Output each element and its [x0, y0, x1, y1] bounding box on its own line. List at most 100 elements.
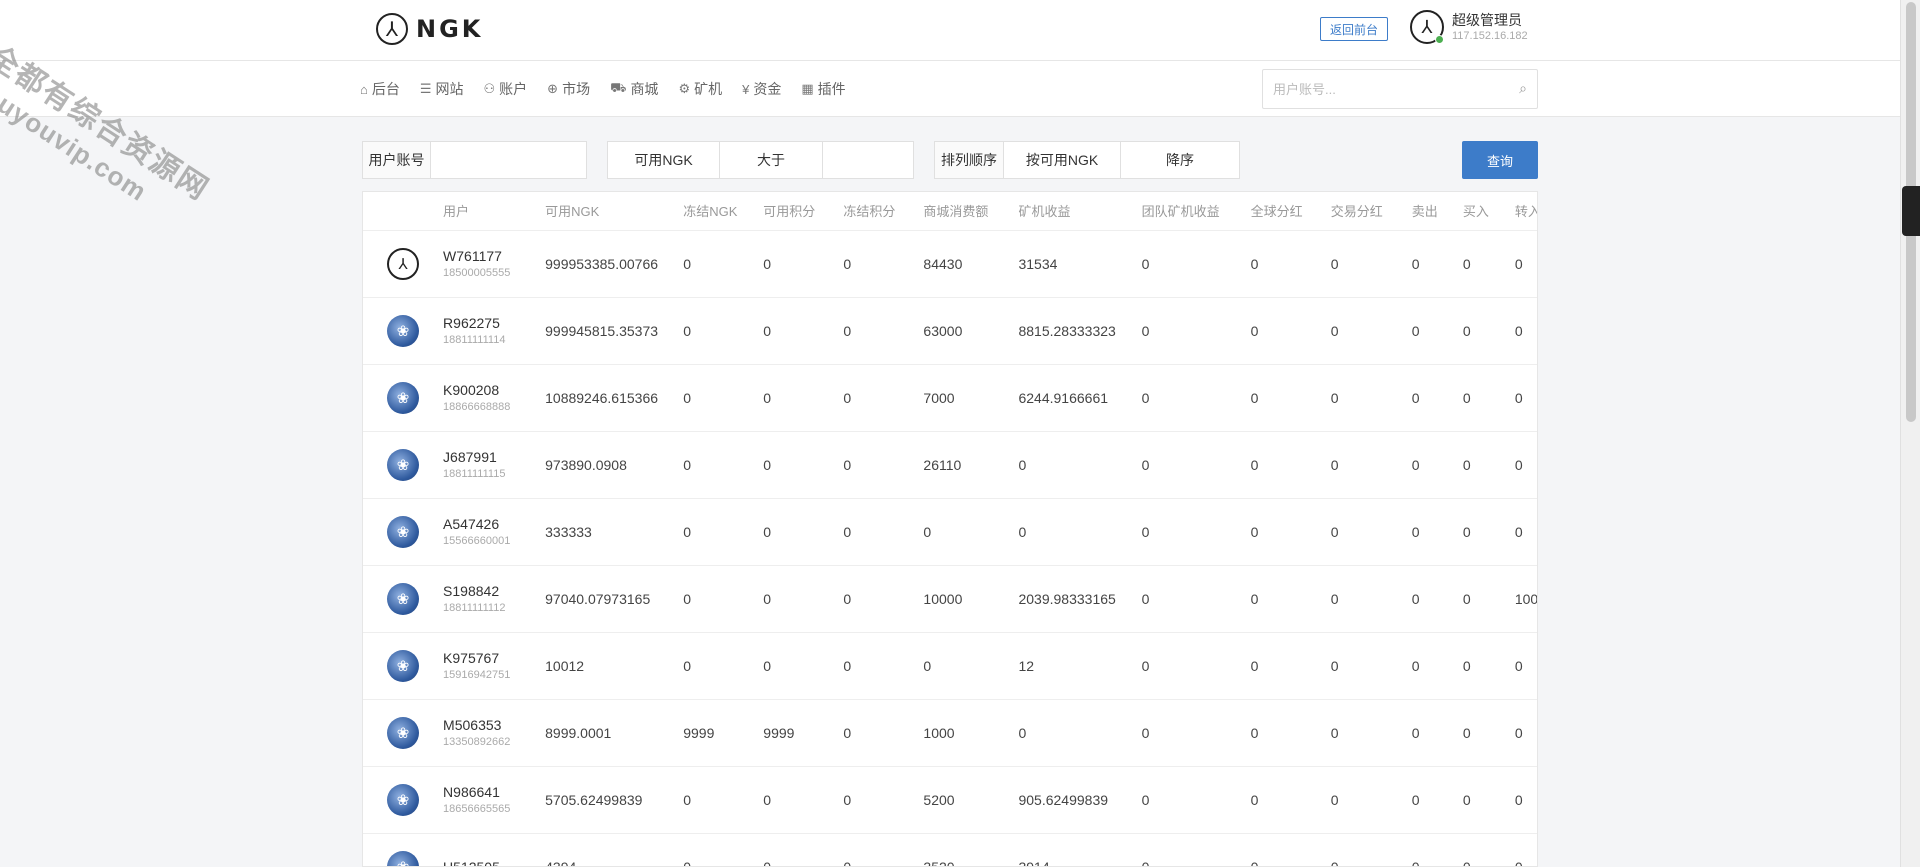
table-cell: 0: [675, 297, 756, 365]
table-row[interactable]: ❀ K900208 18866668888 10889246.615366 0 0 0 700…: [363, 364, 1537, 432]
table-cell: 5705.62499839: [537, 766, 676, 834]
sort-order-select[interactable]: 降序: [1120, 141, 1240, 179]
table-cell: 0: [1454, 498, 1507, 566]
nav-item-6[interactable]: ¥ 资金: [742, 79, 781, 99]
table-cell: 0: [1242, 833, 1323, 866]
table-cell: 0: [1242, 766, 1323, 834]
query-button[interactable]: 查询: [1462, 141, 1538, 179]
side-floating-tab[interactable]: [1902, 186, 1920, 236]
table-row[interactable]: ⅄ W761177 18500005555 999953385.00766 0 0 0 844…: [363, 230, 1537, 298]
table-cell: 0: [1403, 230, 1455, 298]
user-cell[interactable]: A547426 15566660001: [435, 498, 538, 566]
column-header: 可用积分: [755, 192, 836, 231]
user-account[interactable]: W761177: [443, 247, 537, 265]
dragon-avatar-icon: ❀: [387, 649, 419, 682]
table-row[interactable]: ❀ A547426 15566660001 333333 0 0 0 0 0 0 0 0 0 0 0: [363, 498, 1537, 566]
user-account[interactable]: R962275: [443, 314, 537, 332]
table-cell: 0: [1454, 766, 1507, 834]
table-row[interactable]: ❀ N986641 18656665565 5705.62499839 0 0 0 5200 9…: [363, 766, 1537, 834]
table-cell: 0: [755, 766, 836, 834]
user-cell[interactable]: R962275 18811111114: [435, 297, 538, 365]
user-cell[interactable]: N986641 18656665565: [435, 766, 538, 834]
user-cell[interactable]: J687991 18811111115: [435, 431, 538, 499]
table-row[interactable]: ❀ R962275 18811111114 999945815.35373 0 0 0 630…: [363, 297, 1537, 365]
globe-icon: ⊕: [547, 81, 559, 96]
table-cell: 100: [1506, 565, 1537, 633]
admin-profile[interactable]: ⅄ 超级管理员 117.152.16.182: [1410, 10, 1528, 44]
table-cell: 0: [1506, 230, 1537, 298]
avatar-cell: ❀: [363, 699, 436, 767]
table-cell: 0: [755, 230, 836, 298]
table-row[interactable]: ❀ M506353 13350892662 8999.0001 9999 9999 0 100…: [363, 699, 1537, 767]
grid-icon: ▦: [801, 81, 814, 96]
sort-label: 排列顺序: [934, 141, 1004, 179]
search-icon[interactable]: ⌕: [1519, 80, 1527, 97]
field-select[interactable]: 可用NGK: [607, 141, 720, 179]
table-cell: 0: [755, 498, 836, 566]
operator-select[interactable]: 大于: [719, 141, 823, 179]
table-cell: 0: [1242, 364, 1323, 432]
page-scrollbar[interactable]: [1900, 0, 1920, 867]
table-row[interactable]: ❀ U512505 4394 0 0 0 3520 3914 0 0 0 0 0 0: [363, 833, 1537, 867]
compare-value-input[interactable]: [823, 142, 913, 178]
dragon-avatar-icon: ❀: [387, 515, 419, 548]
user-cell[interactable]: W761177 18500005555: [435, 230, 538, 298]
table-cell: 0: [675, 766, 756, 834]
user-cell[interactable]: M506353 13350892662: [435, 699, 538, 767]
home-icon: ⌂: [360, 81, 368, 97]
user-cell[interactable]: U512505: [435, 833, 538, 867]
nav-item-3[interactable]: ⊕ 市场: [547, 79, 590, 99]
table-cell: 0: [1322, 297, 1404, 365]
nav-item-1[interactable]: ☰ 网站: [420, 79, 464, 99]
nav-search[interactable]: ⌕: [1262, 69, 1538, 109]
dragon-avatar-icon: ❀: [387, 716, 419, 749]
search-input[interactable]: [1273, 79, 1493, 99]
user-account[interactable]: K975767: [443, 649, 537, 667]
main-nav-bar: ⌂后台 ☰网站 ⚇账户 ⊕市场 ⛟商城 ⚙矿机 ¥资金 ▦插件 ⌕: [0, 61, 1900, 117]
nav-item-7[interactable]: ▦ 插件: [801, 79, 845, 99]
nav-item-2[interactable]: ⚇ 账户: [484, 79, 528, 99]
site-logo[interactable]: ⅄ NGK: [376, 12, 483, 46]
table-cell: 0: [1010, 699, 1134, 767]
nav-item-0[interactable]: ⌂ 后台: [360, 79, 400, 99]
table-cell: 0: [835, 498, 916, 566]
table-cell: 0: [1242, 230, 1323, 298]
avatar-cell: ❀: [363, 364, 436, 432]
user-account[interactable]: S198842: [443, 582, 537, 600]
user-cell[interactable]: K900208 18866668888: [435, 364, 538, 432]
user-account[interactable]: N986641: [443, 783, 537, 801]
user-account[interactable]: A547426: [443, 515, 537, 533]
user-account[interactable]: K900208: [443, 381, 537, 399]
dragon-avatar-icon: ❀: [387, 381, 419, 414]
account-filter-input[interactable]: [431, 142, 586, 178]
dragon-avatar-icon: ❀: [387, 783, 419, 816]
user-cell[interactable]: K975767 15916942751: [435, 632, 538, 700]
user-phone: 18811111115: [443, 467, 506, 480]
nav-item-label: 市场: [562, 81, 591, 97]
user-phone: 18811111112: [443, 601, 506, 614]
user-cell[interactable]: S198842 18811111112: [435, 565, 538, 633]
table-cell: 0: [835, 364, 916, 432]
avatar-cell: ❀: [363, 297, 436, 365]
compare-value-field[interactable]: [822, 141, 914, 179]
table-row[interactable]: ❀ K975767 15916942751 10012 0 0 0 0 12 0 0 0 0 0 0: [363, 632, 1537, 700]
dragon-avatar-icon: ❀: [387, 314, 419, 347]
user-account[interactable]: M506353: [443, 716, 537, 734]
table-cell: 0: [835, 230, 916, 298]
account-filter-field[interactable]: [430, 141, 587, 179]
back-to-frontend-button[interactable]: 返回前台: [1320, 17, 1388, 41]
table-cell: 0: [1242, 498, 1323, 566]
user-account[interactable]: U512505: [443, 858, 537, 867]
table-cell: 0: [1454, 699, 1507, 767]
nav-item-4[interactable]: ⛟ 商城: [610, 79, 658, 99]
table-cell: 0: [1403, 364, 1455, 432]
nav-item-5[interactable]: ⚙ 矿机: [678, 79, 722, 99]
nav-item-label: 网站: [435, 81, 464, 97]
table-cell: 0: [1133, 431, 1243, 499]
user-phone: 18866668888: [443, 400, 511, 413]
sort-field-select[interactable]: 按可用NGK: [1003, 141, 1121, 179]
table-row[interactable]: ❀ J687991 18811111115 973890.0908 0 0 0 26110 0 0…: [363, 431, 1537, 499]
table-row[interactable]: ❀ S198842 18811111112 97040.07973165 0 0 0 1000…: [363, 565, 1537, 633]
user-account[interactable]: J687991: [443, 448, 537, 466]
table-cell: 8815.28333323: [1010, 297, 1134, 365]
